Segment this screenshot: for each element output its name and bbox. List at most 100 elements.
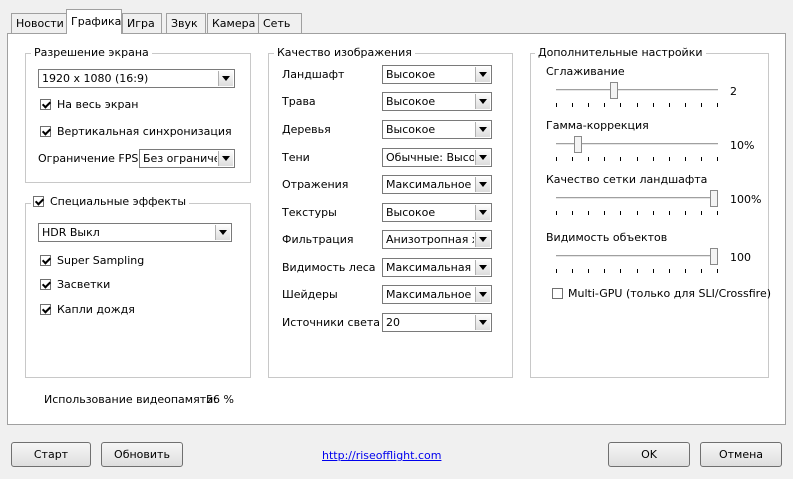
quality-value: Высокое (386, 95, 436, 108)
quality-select[interactable]: Максимальное (382, 175, 492, 194)
slider-track[interactable] (556, 255, 718, 258)
raindrops-checkbox[interactable] (40, 304, 51, 315)
quality-select[interactable]: Максимальное (382, 285, 492, 304)
slider-thumb[interactable] (710, 248, 718, 265)
supersampling-label: Super Sampling (57, 254, 145, 267)
chevron-down-icon (475, 260, 490, 275)
slider-thumb[interactable] (710, 190, 718, 207)
slider-tick (556, 211, 557, 215)
quality-select[interactable]: Высокое (382, 203, 492, 222)
slider-ticks (556, 211, 718, 215)
start-label: Старт (33, 448, 69, 461)
quality-value: Максимальное (386, 178, 472, 191)
quality-label: Текстуры (282, 206, 337, 219)
slider-tick (604, 157, 605, 161)
chevron-down-icon (475, 67, 490, 82)
vram-label: Использование видеопамяти: (44, 393, 217, 406)
quality-select[interactable]: Высокое (382, 65, 492, 84)
update-button[interactable]: Обновить (101, 442, 183, 467)
tab-network[interactable]: Сеть (258, 13, 302, 33)
chevron-down-icon (215, 225, 230, 240)
bloom-checkbox[interactable] (40, 279, 51, 290)
slider-tick (620, 211, 621, 215)
multigpu-label: Multi-GPU (только для SLI/Crossfire) (568, 287, 772, 300)
chevron-down-icon (475, 122, 490, 137)
fullscreen-checkbox[interactable] (40, 99, 51, 110)
tab-game[interactable]: Игра (122, 13, 162, 33)
slider-tick (669, 269, 670, 273)
slider-track[interactable] (556, 197, 718, 200)
slider-thumb[interactable] (574, 136, 582, 153)
update-label: Обновить (114, 448, 170, 461)
quality-value: Высокое (386, 123, 436, 136)
slider-thumb[interactable] (610, 82, 618, 99)
resolution-value: 1920 x 1080 (16:9) (42, 72, 149, 85)
start-button[interactable]: Старт (11, 442, 91, 467)
quality-select[interactable]: Высокое (382, 92, 492, 111)
tab-graphics[interactable]: Графика (66, 9, 122, 34)
slider-value: 100% (730, 193, 762, 206)
tab-label: Графика (71, 15, 122, 28)
fps-select[interactable]: Без ограничений (139, 149, 235, 168)
vsync-checkbox[interactable] (40, 126, 51, 137)
quality-value: 20 (386, 316, 400, 329)
slider-tick (685, 157, 686, 161)
website-link[interactable]: http://riseofflight.com (322, 449, 441, 462)
slider-tick (701, 103, 702, 107)
slider-tick (620, 103, 621, 107)
slider-tick (701, 269, 702, 273)
slider-tick (637, 211, 638, 215)
vram-value: 56 % (206, 393, 234, 406)
tab-label: Игра (127, 17, 155, 30)
slider-track[interactable] (556, 89, 718, 92)
slider-tick (572, 211, 573, 215)
quality-select[interactable]: Максимальная (382, 258, 492, 277)
slider-tick (556, 269, 557, 273)
chevron-down-icon (218, 71, 233, 86)
quality-select[interactable]: Анизотропная x8 (382, 230, 492, 249)
quality-label: Отражения (282, 178, 349, 191)
slider-tick (669, 157, 670, 161)
slider-label: Гамма-коррекция (546, 119, 649, 132)
quality-value: Анизотропная x8 (386, 233, 474, 246)
ok-button[interactable]: OK (608, 442, 690, 467)
multigpu-checkbox[interactable] (552, 288, 563, 299)
tab-label: Камера (212, 17, 256, 30)
slider-value: 10% (730, 139, 755, 152)
slider-value: 2 (730, 85, 737, 98)
slider-ticks (556, 157, 718, 161)
slider-tick (572, 103, 573, 107)
quality-value: Высокое (386, 206, 436, 219)
hdr-select[interactable]: HDR Выкл (38, 223, 232, 242)
tab-camera[interactable]: Камера (207, 13, 259, 33)
cancel-label: Отмена (718, 448, 764, 461)
tab-news[interactable]: Новости (11, 13, 67, 33)
quality-label: Тени (282, 151, 310, 164)
resolution-select[interactable]: 1920 x 1080 (16:9) (38, 69, 235, 88)
chevron-down-icon (475, 287, 490, 302)
slider-tick (620, 269, 621, 273)
slider-tick (637, 157, 638, 161)
slider-tick (685, 211, 686, 215)
slider-tick (588, 269, 589, 273)
quality-label: Видимость леса (282, 261, 376, 274)
quality-select[interactable]: Обычные: Высокое (382, 148, 492, 167)
quality-label: Трава (282, 95, 316, 108)
slider-tick (717, 269, 718, 273)
slider-ticks (556, 269, 718, 273)
raindrops-label: Капли дождя (57, 303, 135, 316)
slider-tick (653, 157, 654, 161)
slider-tick (620, 157, 621, 161)
quality-select[interactable]: Высокое (382, 120, 492, 139)
quality-select[interactable]: 20 (382, 313, 492, 332)
slider-tick (588, 103, 589, 107)
slider-tick (604, 211, 605, 215)
effects-checkbox[interactable] (33, 196, 44, 207)
tab-sound[interactable]: Звук (166, 13, 206, 33)
supersampling-checkbox[interactable] (40, 255, 51, 266)
ok-label: OK (641, 448, 657, 461)
slider-tick (685, 269, 686, 273)
quality-value: Обычные: Высокое (386, 151, 474, 164)
cancel-button[interactable]: Отмена (700, 442, 782, 467)
quality-label: Шейдеры (282, 288, 338, 301)
